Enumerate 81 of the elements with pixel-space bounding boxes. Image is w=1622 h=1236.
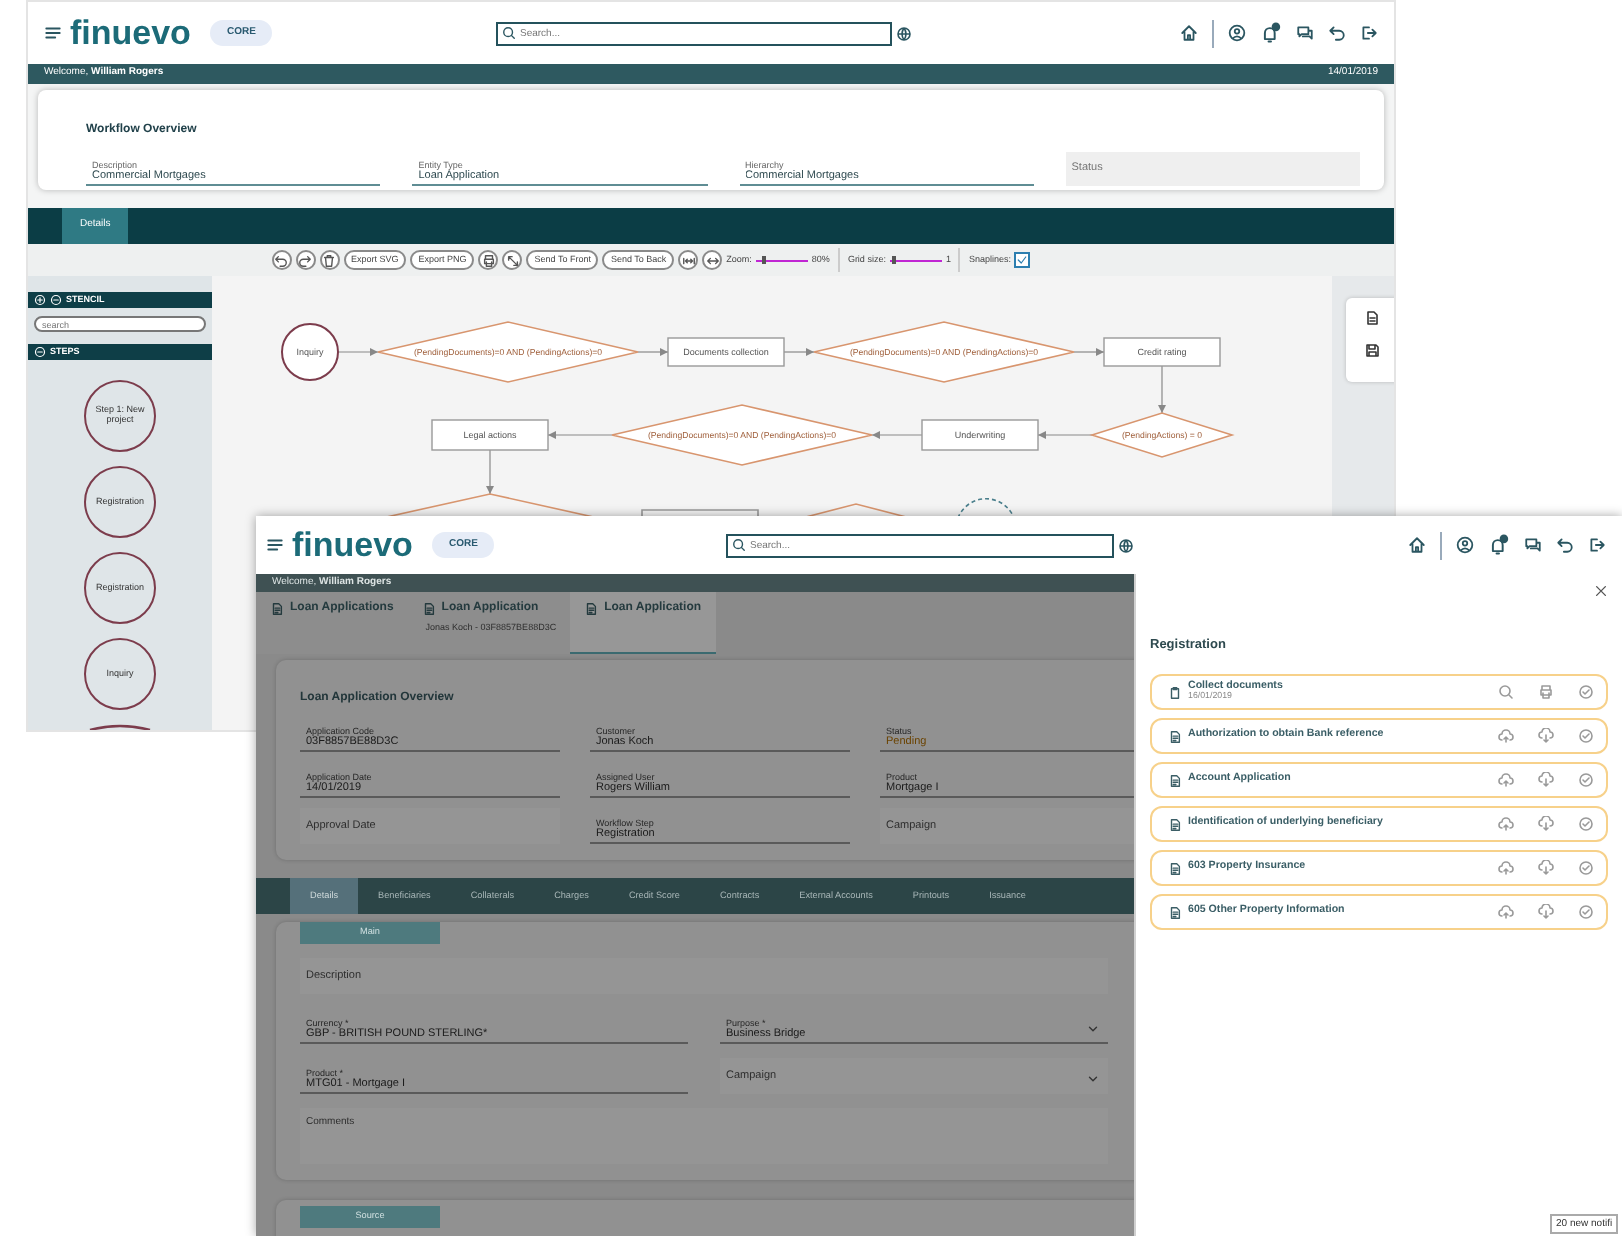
chat-icon[interactable]: [1296, 24, 1314, 42]
document-icon: [270, 602, 284, 616]
expand-icon[interactable]: [34, 294, 46, 306]
undo-icon[interactable]: [1556, 536, 1574, 554]
connector-arrow: [637, 348, 669, 356]
distribute-icon: [681, 253, 696, 267]
toolbar-button[interactable]: [702, 250, 723, 270]
toolbar-button[interactable]: [478, 250, 499, 270]
process-node: [641, 509, 759, 518]
chat-icon[interactable]: [1524, 536, 1542, 554]
connector-arrow: [547, 431, 613, 439]
collapse-icon[interactable]: [34, 346, 46, 358]
chevron-down-icon[interactable]: [1086, 1022, 1100, 1036]
connector-arrow: [871, 431, 923, 439]
undo-icon[interactable]: [1328, 24, 1346, 42]
document-icon: [1168, 729, 1182, 743]
connector-arrow: [1037, 431, 1093, 439]
toolbar-button[interactable]: [295, 250, 315, 270]
bell-icon[interactable]: [1260, 22, 1282, 44]
document-icon: [1168, 773, 1182, 787]
close-button[interactable]: [1594, 584, 1608, 598]
home-icon[interactable]: [1408, 536, 1426, 554]
search-icon[interactable]: [1498, 684, 1514, 700]
document-icon: [421, 602, 436, 616]
connector-arrow: [486, 449, 494, 495]
logout-icon[interactable]: [1588, 536, 1606, 554]
document-icon[interactable]: [1364, 310, 1380, 326]
menu-icon[interactable]: [44, 24, 62, 42]
chevron-down-icon[interactable]: [1086, 1072, 1100, 1086]
cloud-upload-icon[interactable]: [1498, 816, 1514, 832]
horizontal-arrows-icon: [705, 253, 720, 267]
globe-icon[interactable]: [1118, 537, 1134, 553]
connector-arrow: [1073, 348, 1105, 356]
menu-icon[interactable]: [266, 536, 284, 554]
logo: finuevo: [70, 16, 191, 50]
cloud-upload-icon[interactable]: [1498, 728, 1514, 744]
document-icon: [1168, 817, 1182, 831]
home-icon[interactable]: [1180, 24, 1198, 42]
close-icon: [1594, 584, 1608, 598]
user-icon[interactable]: [1456, 536, 1474, 554]
cloud-download-icon[interactable]: [1538, 772, 1554, 788]
clipboard-icon: [1168, 685, 1182, 699]
cloud-upload-icon[interactable]: [1498, 772, 1514, 788]
cloud-upload-icon[interactable]: [1498, 860, 1514, 876]
save-icon[interactable]: [1364, 342, 1380, 358]
slider-thumb[interactable]: [892, 256, 897, 264]
grid-slider[interactable]: [889, 256, 942, 264]
trash-icon: [322, 253, 336, 267]
cloud-download-icon[interactable]: [1538, 816, 1554, 832]
step-node[interactable]: [89, 724, 151, 730]
zoom-slider[interactable]: [755, 256, 808, 264]
document-icon: [1168, 905, 1182, 919]
logout-icon[interactable]: [1360, 24, 1378, 42]
undo-icon: [274, 253, 288, 267]
snaplines-checkbox[interactable]: [1014, 252, 1031, 268]
connector-arrow: [337, 348, 379, 356]
connector-arrow: [1158, 365, 1166, 414]
user-icon[interactable]: [1228, 24, 1246, 42]
document-icon: [584, 602, 599, 616]
bell-icon[interactable]: [1488, 534, 1510, 556]
connector-arrow: [783, 348, 815, 356]
slider-thumb[interactable]: [761, 256, 766, 264]
globe-icon[interactable]: [896, 25, 912, 41]
search-icon: [502, 26, 516, 40]
logo: finuevo: [292, 528, 413, 562]
cloud-download-icon[interactable]: [1538, 904, 1554, 920]
redo-icon: [298, 253, 312, 267]
resize-icon: [505, 253, 520, 267]
cloud-download-icon[interactable]: [1538, 860, 1554, 876]
cloud-download-icon[interactable]: [1538, 728, 1554, 744]
collapse-icon[interactable]: [50, 294, 62, 306]
toolbar-button[interactable]: [678, 250, 699, 270]
printer-icon: [481, 253, 496, 267]
toolbar-button[interactable]: [319, 250, 339, 270]
toolbar-button[interactable]: [502, 250, 523, 270]
search-icon: [732, 538, 746, 552]
cloud-upload-icon[interactable]: [1498, 904, 1514, 920]
end-node: [957, 498, 1015, 518]
toolbar-button[interactable]: [271, 250, 291, 270]
document-icon: [1168, 861, 1182, 875]
printer-icon[interactable]: [1538, 684, 1554, 700]
